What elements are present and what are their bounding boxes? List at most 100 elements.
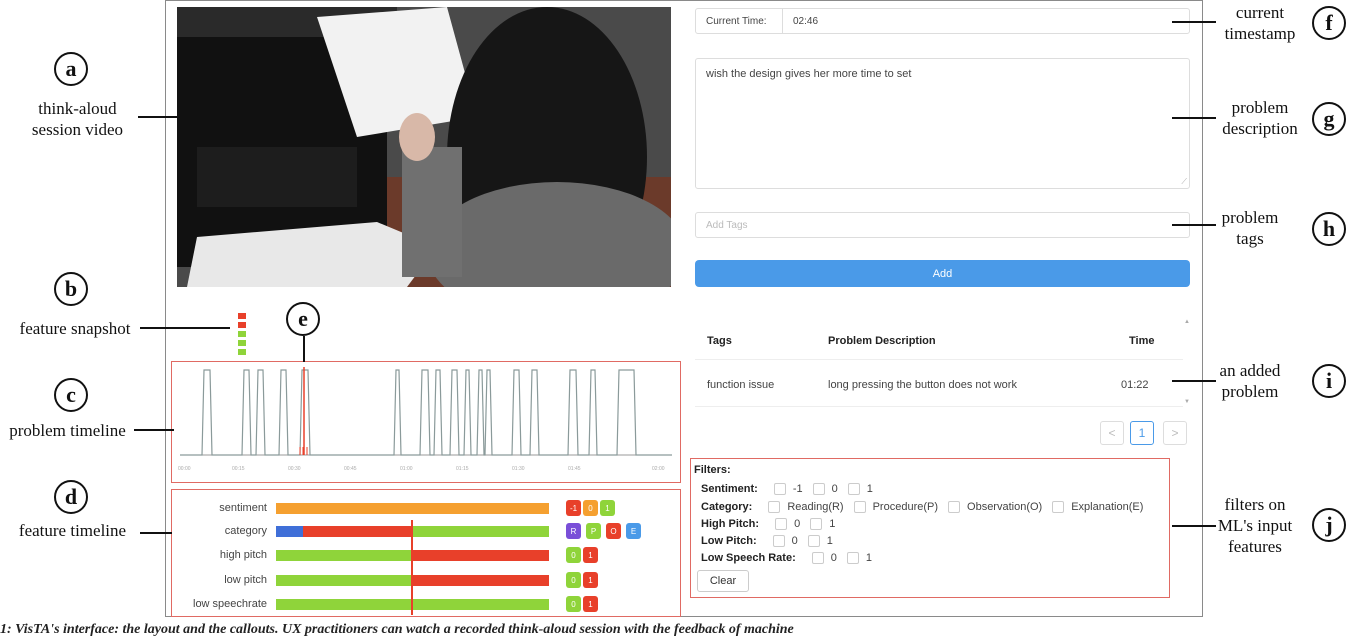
filter-checkbox[interactable] — [948, 501, 961, 513]
problem-tags-input[interactable]: Add Tags — [695, 212, 1190, 238]
chip-category-o: O — [606, 523, 621, 539]
row-tag: function issue — [707, 379, 775, 391]
callout-a-line — [138, 116, 178, 118]
filter-checkbox[interactable] — [846, 552, 859, 564]
callout-line: timestamp — [1224, 24, 1296, 43]
callout-c-text: problem timeline — [9, 421, 126, 440]
filter-checkbox[interactable] — [772, 535, 785, 547]
callout-line: ML's input — [1217, 516, 1293, 535]
low-speechrate-bar — [276, 599, 549, 610]
filter-checkbox[interactable] — [775, 518, 788, 530]
filter-checkbox[interactable] — [1052, 501, 1065, 513]
callout-line: problem — [1231, 98, 1289, 117]
category-bar-reading — [276, 526, 303, 537]
scroll-up-icon[interactable]: ▲ — [1184, 319, 1190, 325]
callout-line: problem — [1221, 382, 1279, 401]
svg-text:01:45: 01:45 — [568, 466, 581, 472]
filter-label-sentiment: Sentiment: — [701, 483, 758, 495]
callout-b-text: feature snapshot — [19, 319, 131, 338]
table-scrollbar[interactable]: ▲ ▼ — [1184, 319, 1190, 407]
filter-option: 1 — [826, 535, 833, 547]
current-time-field: Current Time: 02:46 — [695, 8, 1190, 34]
callout-a: a — [54, 52, 88, 86]
category-bar-observation — [303, 526, 413, 537]
filter-checkbox[interactable] — [807, 535, 820, 547]
feature-snapshot — [238, 313, 248, 358]
callout-line: description — [1222, 119, 1298, 138]
callout-line: current — [1235, 3, 1285, 22]
tags-placeholder: Add Tags — [706, 220, 748, 231]
svg-text:00:45: 00:45 — [344, 466, 357, 472]
callout-c: c — [54, 378, 88, 412]
callout-h-text: problem tags — [1210, 207, 1290, 249]
filter-checkbox[interactable] — [768, 501, 781, 513]
callout-line: filters on — [1224, 495, 1286, 514]
feature-time-cursor[interactable] — [411, 520, 413, 615]
svg-text:00:15: 00:15 — [232, 466, 245, 472]
filter-row-low-speech-rate: Low Speech Rate: 0 1 — [701, 550, 876, 566]
pagination-page-1[interactable]: 1 — [1130, 421, 1154, 445]
col-header-description: Problem Description — [828, 335, 936, 347]
callout-line: think-aloud — [38, 99, 117, 118]
callout-line: session video — [31, 120, 124, 139]
chip-low-pitch-1: 1 — [583, 572, 598, 588]
filter-row-sentiment: Sentiment: -1 0 1 — [701, 481, 877, 497]
feature-label-sentiment: sentiment — [219, 502, 267, 514]
callout-b: b — [54, 272, 88, 306]
col-header-tags: Tags — [707, 335, 732, 347]
svg-text:01:15: 01:15 — [456, 466, 469, 472]
add-button[interactable]: Add — [695, 260, 1190, 287]
video-frame-illustration — [177, 7, 671, 287]
filter-option: 1 — [866, 483, 873, 495]
callout-j-text: filters on ML's input features — [1210, 494, 1300, 557]
problem-timeline-chart[interactable]: 00:00 00:15 00:30 00:45 01:00 01:15 01:30 01:… — [172, 362, 679, 481]
svg-text:01:00: 01:00 — [400, 466, 413, 472]
svg-text:00:00: 00:00 — [178, 466, 191, 472]
callout-c-line — [134, 429, 174, 431]
clear-filters-button[interactable]: Clear — [697, 570, 749, 592]
chip-high-pitch-0: 0 — [566, 547, 581, 563]
filter-checkbox[interactable] — [811, 552, 824, 564]
filter-option: -1 — [792, 483, 803, 495]
svg-text:01:30: 01:30 — [512, 466, 525, 472]
problem-description-text: wish the design gives her more time to s… — [706, 68, 912, 80]
callout-g: g — [1312, 102, 1346, 136]
callout-line: an added — [1219, 361, 1281, 380]
callout-j: j — [1312, 508, 1346, 542]
chip-low-pitch-0: 0 — [566, 572, 581, 588]
row-description: long pressing the button does not work — [828, 379, 1017, 391]
pagination-next-button[interactable]: > — [1163, 421, 1187, 445]
filter-option: Reading(R) — [787, 501, 844, 513]
chip-sentiment-pos: 1 — [600, 500, 615, 516]
callout-d-line — [140, 532, 172, 534]
filter-checkbox[interactable] — [847, 483, 860, 495]
filter-checkbox[interactable] — [853, 501, 866, 513]
filter-checkbox[interactable] — [812, 483, 825, 495]
current-time-value: 02:46 — [793, 16, 819, 27]
filter-option: Observation(O) — [967, 501, 1043, 513]
callout-line: problem — [1221, 208, 1279, 227]
filter-option: Explanation(E) — [1071, 501, 1144, 513]
pagination-prev-button[interactable]: < — [1100, 421, 1124, 445]
app-window: 00:00 00:15 00:30 00:45 01:00 01:15 01:30 01:… — [165, 0, 1203, 617]
filter-checkbox[interactable] — [773, 483, 786, 495]
problem-table: Tags Problem Description Time function i… — [695, 319, 1190, 409]
callout-line: features — [1228, 537, 1282, 556]
table-row[interactable]: function issue long pressing the button … — [695, 360, 1183, 405]
filters-panel: Filters: Sentiment: -1 0 1 Category: Rea… — [691, 459, 1171, 598]
filter-checkbox[interactable] — [810, 518, 823, 530]
resize-handle-icon[interactable]: ⟋ — [1181, 177, 1187, 187]
filter-label-low-pitch: Low Pitch: — [701, 535, 757, 547]
callout-g-text: problem description — [1210, 97, 1310, 139]
filter-option: 0 — [791, 535, 798, 547]
chip-sentiment-zero: 0 — [583, 500, 598, 516]
filter-row-high-pitch: High Pitch: 0 1 — [701, 516, 839, 532]
problem-description-input[interactable]: wish the design gives her more time to s… — [695, 58, 1190, 189]
scroll-down-icon[interactable]: ▼ — [1184, 399, 1190, 405]
high-pitch-bar-1 — [412, 550, 549, 561]
session-video[interactable] — [177, 7, 671, 287]
sentiment-bar — [276, 503, 549, 514]
figure-caption: 1: VisTA's interface: the layout and the… — [0, 622, 794, 637]
row-time: 01:22 — [1121, 379, 1149, 391]
svg-text:02:00: 02:00 — [652, 466, 665, 472]
